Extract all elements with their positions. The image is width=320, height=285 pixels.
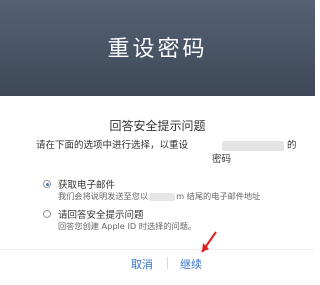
instruction-part1: 请在下面的选项中进行选择，以重设 [36,140,189,151]
page-title: 重设密码 [107,37,208,62]
email-option-label[interactable]: 获取电子邮件 [58,177,115,191]
footer-divider [0,249,315,250]
header-banner: 重设密码 [0,0,315,96]
email-option-desc: 我们会将说明发送至您以 m 结尾的电子邮件地址 [58,190,260,202]
redacted-email [149,192,176,201]
instruction-part2: 的 [287,140,297,151]
button-divider [167,257,168,269]
instruction-line2: 密码 [212,154,232,165]
question-title: 回答安全提示问题 [109,119,206,133]
continue-button[interactable]: 继续 [180,256,202,272]
cancel-button[interactable]: 取消 [131,256,153,272]
redacted-apple-id [222,141,284,151]
email-desc-after: m 结尾的电子邮件地址 [176,191,261,201]
security-radio[interactable] [43,210,51,218]
email-radio[interactable] [43,180,51,188]
email-desc-before: 我们会将说明发送至您以 [58,191,149,201]
red-arrow-annotation-icon [201,231,217,253]
security-option-label[interactable]: 请回答安全提示问题 [58,207,144,221]
security-option-desc: 回答您创建 Apple ID 时选择的问题。 [58,221,197,231]
